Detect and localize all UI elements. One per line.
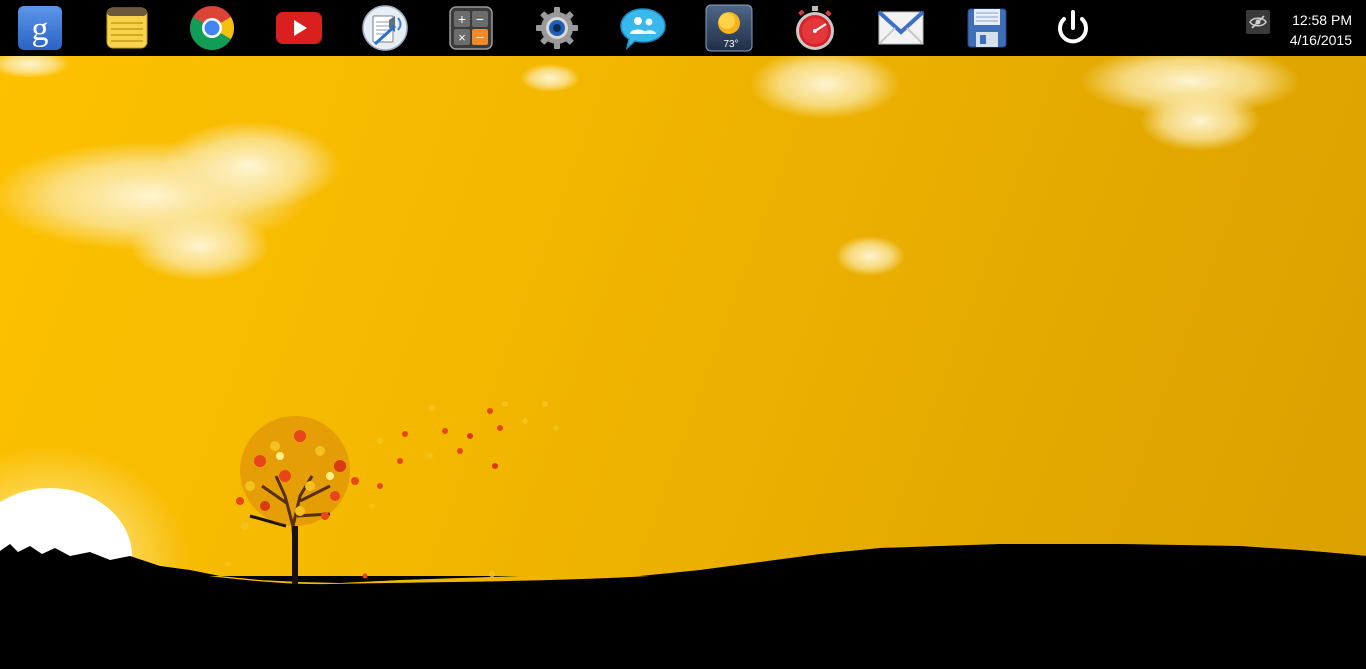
- cloud: [0, 121, 340, 281]
- youtube-icon[interactable]: [275, 4, 323, 52]
- calculator-icon[interactable]: + − × −: [447, 4, 495, 52]
- cloud: [835, 236, 905, 276]
- system-tray: 12:58 PM 4/16/2015: [1236, 0, 1366, 56]
- chrome-icon[interactable]: [188, 4, 236, 52]
- clock-date[interactable]: 4/16/2015: [1290, 32, 1352, 48]
- svg-text:−: −: [476, 11, 484, 27]
- app-dock: g + − × − 73° 12:58 PM 4/16/2015: [0, 0, 1366, 56]
- svg-text:g: g: [32, 11, 49, 48]
- notepad-icon[interactable]: [103, 4, 151, 52]
- desktop: g + − × − 73° 12:58 PM 4/16/2015: [0, 0, 1366, 669]
- weather-sun-icon[interactable]: 73°: [705, 4, 753, 52]
- svg-text:×: ×: [458, 30, 466, 45]
- mail-icon[interactable]: [877, 4, 925, 52]
- eye-slash-icon[interactable]: [1246, 10, 1270, 34]
- tree-foliage: [236, 416, 359, 530]
- chat-bubble-icon[interactable]: [619, 4, 667, 52]
- clock-time[interactable]: 12:58 PM: [1292, 12, 1352, 28]
- weather-temperature: 73°: [723, 39, 738, 50]
- cloud: [0, 56, 70, 78]
- svg-text:+: +: [458, 11, 466, 27]
- svg-text:−: −: [476, 29, 484, 45]
- gear-icon[interactable]: [533, 4, 581, 52]
- wallpaper: [0, 56, 1366, 669]
- floppy-disk-icon[interactable]: [963, 4, 1011, 52]
- cloud: [520, 64, 580, 92]
- stopwatch-icon[interactable]: [791, 4, 839, 52]
- speaker-document-icon[interactable]: [361, 4, 409, 52]
- cloud: [1080, 56, 1300, 151]
- cloud: [750, 56, 900, 119]
- power-icon[interactable]: [1049, 4, 1097, 52]
- tree: [225, 401, 559, 585]
- google-icon[interactable]: g: [16, 4, 64, 52]
